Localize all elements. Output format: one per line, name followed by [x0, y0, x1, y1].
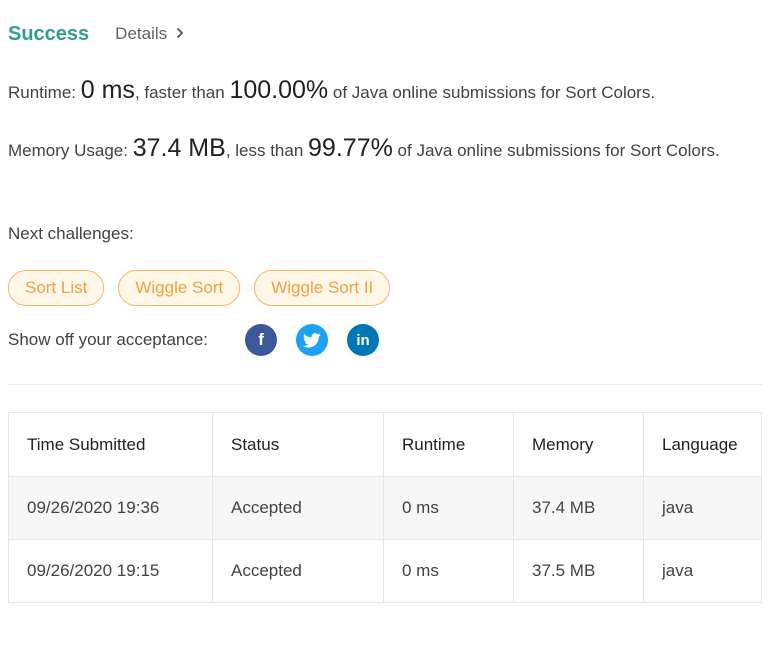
- memory-value: 37.4 MB: [132, 134, 226, 162]
- col-language: Language: [643, 412, 762, 477]
- cell-status-link[interactable]: Accepted: [212, 476, 384, 540]
- details-link[interactable]: Details: [115, 24, 184, 44]
- cell-runtime: 0 ms: [383, 539, 514, 603]
- cell-memory: 37.5 MB: [513, 539, 644, 603]
- twitter-share-button[interactable]: [296, 324, 329, 356]
- social-buttons: f in: [245, 324, 380, 356]
- submissions-table: Time Submitted Status Runtime Memory Lan…: [8, 412, 762, 603]
- challenge-chip-wiggle-sort-ii[interactable]: Wiggle Sort II: [254, 270, 391, 306]
- col-time-submitted: Time Submitted: [8, 412, 213, 477]
- linkedin-icon: in: [356, 331, 370, 349]
- runtime-value: 0 ms: [80, 76, 135, 104]
- col-status: Status: [212, 412, 384, 477]
- twitter-icon: [303, 332, 321, 348]
- challenge-list: Sort List Wiggle Sort Wiggle Sort II: [8, 270, 391, 306]
- facebook-icon: f: [258, 330, 264, 349]
- table-header-row: Time Submitted Status Runtime Memory Lan…: [8, 412, 762, 477]
- runtime-middle: , faster than: [134, 83, 230, 102]
- section-divider: [8, 384, 762, 385]
- linkedin-share-button[interactable]: in: [347, 324, 380, 356]
- details-label: Details: [115, 24, 168, 43]
- table-row: 09/26/2020 19:15 Accepted 0 ms 37.5 MB j…: [8, 539, 762, 603]
- challenge-chip-wiggle-sort[interactable]: Wiggle Sort: [118, 270, 241, 306]
- memory-summary: Memory Usage: 37.4 MB, less than 99.77% …: [8, 134, 768, 165]
- cell-language: java: [643, 476, 762, 540]
- runtime-prefix: Runtime:: [8, 83, 81, 102]
- next-challenges-label: Next challenges:: [8, 224, 134, 243]
- cell-time-submitted: 09/26/2020 19:36: [8, 476, 213, 540]
- col-runtime: Runtime: [383, 412, 514, 477]
- runtime-percent: 100.00%: [229, 76, 329, 104]
- facebook-share-button[interactable]: f: [245, 324, 278, 356]
- share-label: Show off your acceptance:: [8, 330, 209, 349]
- cell-language: java: [643, 539, 762, 603]
- memory-percent: 99.77%: [308, 134, 393, 162]
- col-memory: Memory: [513, 412, 644, 477]
- submission-result-panel: Success Details Runtime: 0 ms, faster th…: [0, 0, 773, 669]
- table-row: 09/26/2020 19:36 Accepted 0 ms 37.4 MB j…: [8, 476, 762, 540]
- memory-suffix: of Java online submissions for Sort Colo…: [392, 141, 720, 160]
- cell-memory: 37.4 MB: [513, 476, 644, 540]
- result-header: Success Details: [8, 20, 184, 48]
- cell-status-link[interactable]: Accepted: [212, 539, 384, 603]
- runtime-suffix: of Java online submissions for Sort Colo…: [328, 83, 656, 102]
- share-row: Show off your acceptance: f in: [8, 324, 380, 356]
- result-status: Success: [8, 22, 90, 45]
- chevron-right-icon: [176, 24, 184, 44]
- runtime-summary: Runtime: 0 ms, faster than 100.00% of Ja…: [8, 76, 768, 107]
- challenge-chip-sort-list[interactable]: Sort List: [8, 270, 105, 306]
- memory-prefix: Memory Usage:: [8, 141, 133, 160]
- cell-runtime: 0 ms: [383, 476, 514, 540]
- cell-time-submitted: 09/26/2020 19:15: [8, 539, 213, 603]
- memory-middle: , less than: [225, 141, 309, 160]
